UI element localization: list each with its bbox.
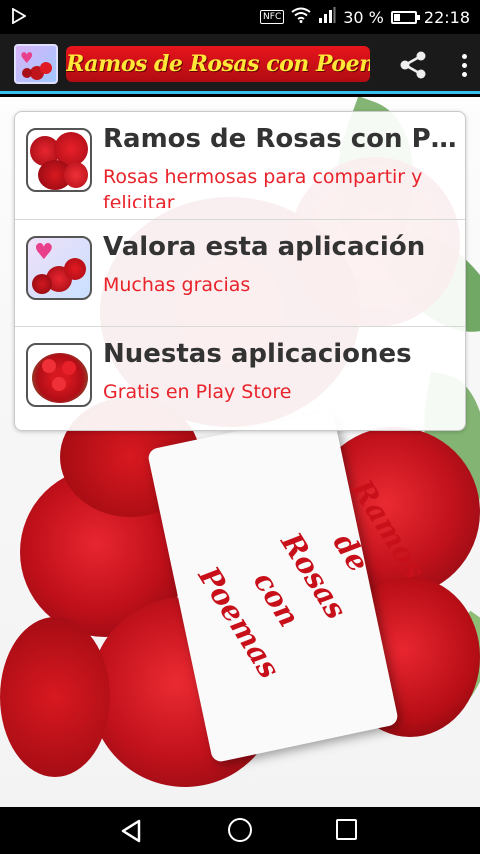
nfc-icon: NFC (260, 10, 285, 24)
rose-heart-thumb: ♥ (26, 236, 92, 300)
battery-icon (390, 10, 420, 24)
app-title: Ramos de Rosas con Poemas (66, 46, 370, 82)
navigation-bar (0, 807, 480, 854)
more-vert-icon[interactable] (452, 48, 476, 82)
list-item-valora[interactable]: ♥ Valora esta aplicación Muchas gracias (15, 219, 465, 326)
clock: 22:18 (423, 7, 470, 27)
list-item-title: Ramos de Rosas con Poemas (103, 124, 457, 154)
battery-percent: 30 % (343, 7, 384, 27)
rose-bouquet-thumb (26, 128, 92, 192)
signal-icon (318, 7, 336, 27)
list-item-title: Valora esta aplicación (103, 232, 426, 262)
list-item-subtitle: Rosas hermosas para compartir y felicita… (103, 166, 423, 208)
list-item-aplicaciones[interactable]: Nuestas aplicaciones Gratis en Play Stor… (15, 326, 465, 430)
app-logo-icon: ♥ (14, 44, 58, 84)
wifi-icon (291, 7, 311, 27)
app-bar: ♥ Ramos de Rosas con Poemas (0, 34, 480, 94)
play-icon (12, 7, 27, 28)
list-item-subtitle: Gratis en Play Store (103, 381, 292, 403)
share-icon (400, 51, 426, 79)
status-bar: NFC 30 % 22:18 (0, 0, 480, 34)
share-button[interactable] (396, 48, 430, 82)
rose-basket-thumb (26, 343, 92, 407)
list-item-title: Nuestas aplicaciones (103, 339, 412, 369)
back-icon[interactable] (120, 819, 142, 847)
recents-icon[interactable] (336, 819, 357, 840)
menu-list: Ramos de Rosas con Poemas Rosas hermosas… (14, 111, 466, 431)
list-item-subtitle: Muchas gracias (103, 274, 251, 296)
home-icon[interactable] (228, 818, 252, 842)
list-item-ramos[interactable]: Ramos de Rosas con Poemas Rosas hermosas… (15, 112, 465, 219)
